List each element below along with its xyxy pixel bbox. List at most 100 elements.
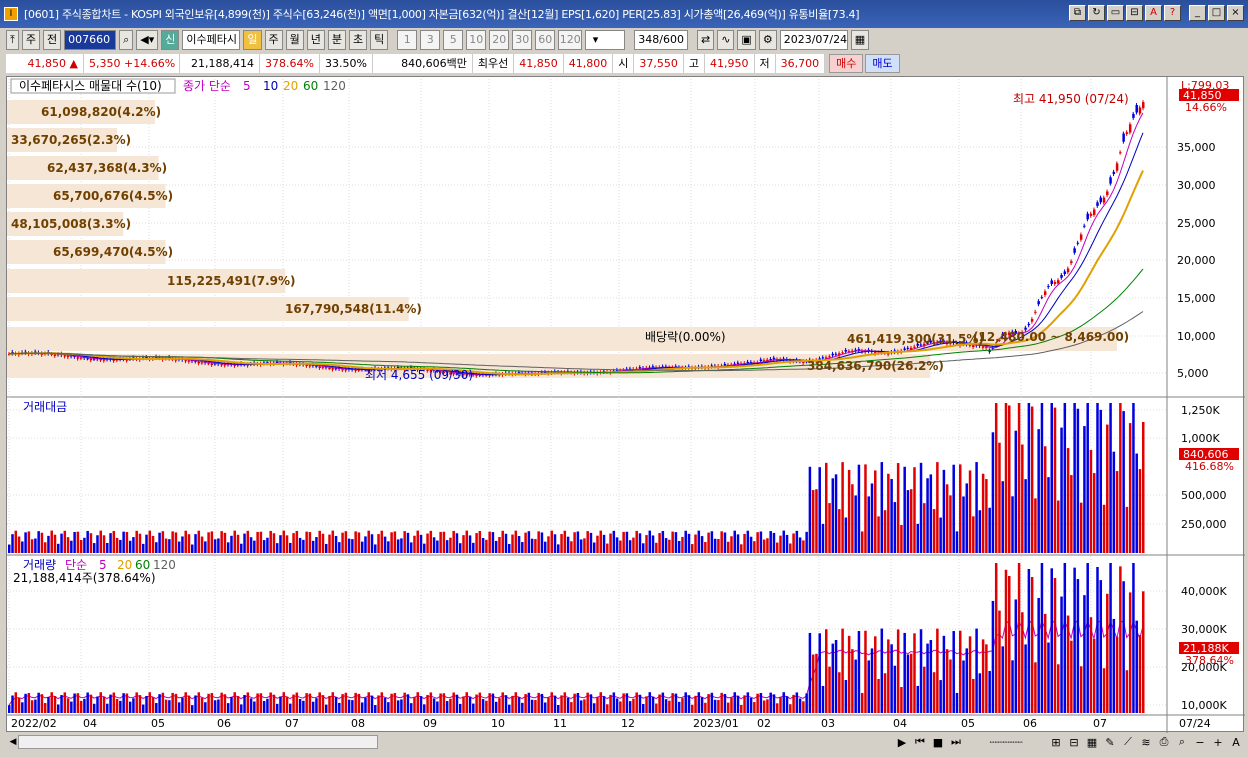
print-icon[interactable]: ⎙ — [1156, 735, 1172, 749]
volume-bar — [504, 695, 508, 713]
speaker-icon[interactable]: ◀▾ — [136, 30, 159, 50]
zoom-out-icon[interactable]: − — [1192, 736, 1208, 749]
font-size-icon[interactable]: A — [1228, 736, 1244, 749]
chart-type-icon[interactable]: ⇄ — [696, 30, 715, 50]
link-icon[interactable]: ⧉ — [1069, 5, 1086, 21]
save-icon[interactable]: ▣ — [737, 30, 756, 50]
amount-bar — [40, 532, 44, 553]
amount-bar — [965, 483, 969, 553]
period-year[interactable]: 년 — [306, 30, 325, 50]
refresh-icon[interactable]: ↻ — [1088, 5, 1105, 21]
amount-bar — [733, 530, 736, 553]
candle — [844, 349, 848, 352]
draw-icon[interactable]: ✎ — [1102, 736, 1118, 749]
amount-bar — [275, 543, 279, 553]
volume-bar — [43, 703, 47, 713]
candle — [1053, 281, 1057, 284]
buy-button[interactable]: 매수 — [829, 54, 864, 73]
volume-bar — [949, 659, 952, 713]
amount-bar — [1008, 405, 1011, 553]
indicator-icon[interactable]: ∿ — [717, 30, 735, 50]
chart-area[interactable]: 2022/02 04 05 06 07 08 09 10 11 12 2023/01 02 03 04 05… — [6, 76, 1245, 733]
volume-bar — [57, 704, 60, 713]
interval-5[interactable]: 5 — [443, 30, 464, 50]
zoom-in-icon[interactable]: + — [1210, 736, 1226, 749]
trend-icon[interactable]: ⟋ — [1120, 735, 1136, 749]
interval-60[interactable]: 60 — [535, 30, 556, 50]
interval-120[interactable]: 120 — [558, 30, 583, 50]
interval-1[interactable]: 1 — [397, 30, 418, 50]
market-select[interactable]: 주 — [21, 30, 40, 50]
volume-bar — [1076, 579, 1080, 713]
period-tick[interactable]: 틱 — [370, 30, 389, 50]
zoom-icon[interactable]: ⌕ — [1174, 735, 1190, 749]
amount-bar — [1086, 403, 1089, 553]
crosshair-icon[interactable]: ⊞ — [1048, 736, 1064, 749]
candle — [1138, 107, 1142, 114]
candle — [308, 365, 312, 367]
interval-30[interactable]: 30 — [512, 30, 533, 50]
amount-bar — [710, 531, 714, 553]
volume-bar — [753, 702, 756, 713]
fib-icon[interactable]: ≋ — [1138, 736, 1154, 749]
candle — [102, 359, 106, 361]
interval-20[interactable]: 20 — [489, 30, 510, 50]
amount-bar — [204, 541, 207, 553]
interval-10[interactable]: 10 — [466, 30, 487, 50]
amount-bar — [370, 534, 374, 553]
interval-3[interactable]: 3 — [420, 30, 441, 50]
forward-icon[interactable]: ⏭ — [948, 735, 964, 749]
volume-bar — [691, 704, 694, 713]
period-day[interactable]: 일 — [243, 30, 262, 50]
stock-name-field[interactable]: 이수페타시 — [182, 30, 241, 50]
period-month[interactable]: 월 — [285, 30, 304, 50]
help-icon[interactable]: ? — [1164, 5, 1181, 21]
amount-bar — [916, 523, 920, 553]
pin-icon[interactable]: ⤒ — [6, 30, 19, 50]
stock-chart[interactable]: 2022/02 04 05 06 07 08 09 10 11 12 2023/01 02 03 04 05… — [7, 77, 1245, 733]
settings-icon[interactable]: ⚙ — [758, 30, 777, 50]
volume-bar — [344, 692, 348, 713]
amount-bar — [125, 532, 129, 553]
horizontal-scrollbar[interactable]: ◀ ▶ ⏮ ■ ⏭ ┈┈┈┈┈ ⊞ ⊟ ▦ ✎ ⟋ ≋ ⎙ ⌕ − + A — [6, 733, 1244, 751]
count-input[interactable]: 348/600 — [634, 30, 688, 50]
volume-bar — [566, 697, 570, 713]
amount-bar — [138, 533, 142, 553]
volume-bar — [285, 696, 289, 713]
amount-bar — [1119, 403, 1122, 553]
candle — [79, 357, 83, 359]
search-icon[interactable]: ⌕ — [119, 30, 134, 50]
volume-bar — [14, 692, 18, 713]
split-icon[interactable]: ⊟ — [1126, 5, 1143, 21]
maximize-button[interactable]: □ — [1208, 5, 1225, 21]
window-icon[interactable]: ▭ — [1107, 5, 1124, 21]
period-week[interactable]: 주 — [264, 30, 283, 50]
volume-bar — [269, 692, 272, 713]
interval-custom-input[interactable]: ▾ — [585, 30, 626, 50]
close-button[interactable]: × — [1227, 5, 1244, 21]
stock-code-input[interactable]: 007660 — [64, 30, 117, 50]
current-price: 41,850 ▲ — [6, 54, 84, 73]
candle — [1027, 323, 1031, 326]
volume-bar — [903, 632, 906, 713]
prev-button[interactable]: 전 — [43, 30, 62, 50]
period-second[interactable]: 초 — [349, 30, 368, 50]
amount-title: 거래대금 — [23, 400, 67, 414]
grid-icon[interactable]: ▦ — [1084, 736, 1100, 749]
layout-icon[interactable]: ⊟ — [1066, 736, 1082, 749]
stop-icon[interactable]: ■ — [930, 736, 946, 749]
volume-bar — [27, 692, 31, 713]
rewind-icon[interactable]: ⏮ — [912, 735, 928, 749]
sell-button[interactable]: 매도 — [865, 54, 900, 73]
candle — [1112, 171, 1116, 175]
font-icon[interactable]: A — [1145, 5, 1162, 21]
zoom-slider[interactable]: ┈┈┈┈┈ — [966, 736, 1046, 749]
calendar-icon[interactable]: ▦ — [850, 30, 870, 50]
period-minute[interactable]: 분 — [327, 30, 347, 50]
scroll-thumb[interactable] — [18, 735, 378, 749]
date-input[interactable]: 2023/07/24 — [779, 30, 848, 50]
volume-profile-label: 461,419,300(31.5%) — [847, 332, 984, 346]
play-icon[interactable]: ▶ — [894, 736, 910, 749]
minimize-button[interactable]: _ — [1189, 5, 1206, 21]
volume-bar — [272, 694, 276, 713]
